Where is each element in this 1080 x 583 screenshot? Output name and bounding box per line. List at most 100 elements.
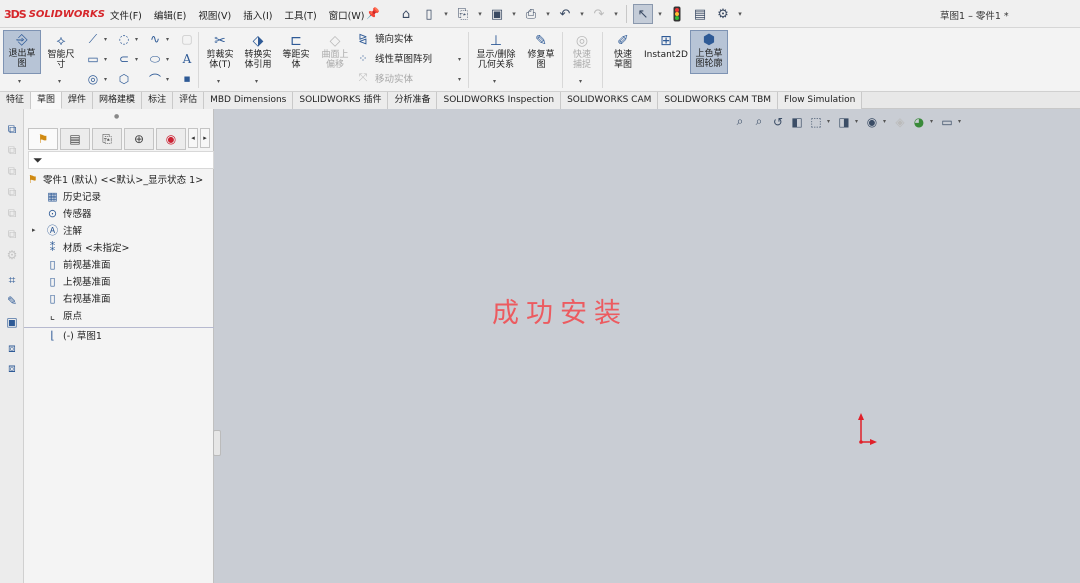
chevron-down-icon[interactable]: ▾ <box>255 78 258 85</box>
rectangle-icon[interactable]: ▭ <box>84 51 102 67</box>
circle-icon[interactable]: ◌ <box>115 31 133 47</box>
tab-mbd-dimensions[interactable]: MBD Dimensions <box>204 92 294 109</box>
chevron-down-icon[interactable]: ▾ <box>612 10 620 18</box>
property-manager-icon[interactable]: ▤ <box>60 128 90 150</box>
toolbar-icon-disabled[interactable]: ⧉ <box>4 226 20 242</box>
tree-item-front-plane[interactable]: ▯ 前视基准面 <box>46 256 110 272</box>
spline-icon[interactable]: ∿ <box>146 31 164 47</box>
layers-icon[interactable]: ⧈ <box>4 360 20 376</box>
surface-offset-button[interactable]: ◇ 曲面上偏移 <box>316 32 354 70</box>
chevron-down-icon[interactable]: ▾ <box>578 10 586 18</box>
edit-sketch-icon[interactable]: ✎ <box>4 293 20 309</box>
chevron-down-icon[interactable]: ▾ <box>104 56 107 63</box>
chevron-down-icon[interactable]: ▾ <box>855 118 861 125</box>
toolbar-icon-disabled[interactable]: ⧉ <box>4 142 20 158</box>
save-icon[interactable]: ▣ <box>487 4 507 24</box>
tree-item-origin[interactable]: ⌞ 原点 <box>46 307 82 323</box>
chevron-down-icon[interactable]: ▾ <box>442 10 450 18</box>
offset-entities-button[interactable]: ⊏ 等距实体 <box>278 32 314 70</box>
chevron-down-icon[interactable]: ▾ <box>883 118 889 125</box>
chevron-down-icon[interactable]: ▾ <box>166 76 169 83</box>
tab-weldments[interactable]: 焊件 <box>62 92 94 109</box>
layers-icon[interactable]: ⧈ <box>4 340 20 356</box>
polygon-icon[interactable]: ⬡ <box>115 71 133 87</box>
chevron-down-icon[interactable]: ▾ <box>135 36 138 43</box>
toolbar-icon-disabled[interactable]: ⧉ <box>4 163 20 179</box>
slot-icon[interactable]: ⊂ <box>115 51 133 67</box>
tree-filter[interactable]: ⏷ <box>28 151 214 169</box>
copy-entities-icon[interactable]: ⧉ <box>4 121 20 137</box>
file-properties-icon[interactable]: ▤ <box>690 4 710 24</box>
menu-insert[interactable]: 插入(I) <box>243 8 272 22</box>
options-gear-icon[interactable]: ⚙ <box>713 4 733 24</box>
chevron-down-icon[interactable]: ▾ <box>458 56 461 63</box>
chevron-down-icon[interactable]: ▾ <box>493 78 496 85</box>
tab-sketch[interactable]: 草图 <box>31 92 63 109</box>
hide-show-items-icon[interactable]: ◉ <box>864 115 880 129</box>
menu-tools[interactable]: 工具(T) <box>284 8 316 22</box>
tab-markup[interactable]: 标注 <box>142 92 174 109</box>
zoom-to-area-icon[interactable]: ⌕ <box>751 114 767 129</box>
display-manager-icon[interactable]: ◉ <box>156 128 186 150</box>
new-document-icon[interactable]: ▯ <box>419 4 439 24</box>
tab-evaluate[interactable]: 评估 <box>173 92 205 109</box>
tree-item-annotations[interactable]: ▸ Ⓐ 注解 <box>32 222 82 238</box>
line-icon[interactable]: ⟋ <box>84 31 102 47</box>
chevron-down-icon[interactable]: ▾ <box>958 118 964 125</box>
select-pointer-icon[interactable]: ↖ <box>633 4 653 24</box>
chevron-down-icon[interactable]: ▾ <box>458 76 461 83</box>
redo-icon[interactable]: ↷ <box>589 4 609 24</box>
tree-item-right-plane[interactable]: ▯ 右视基准面 <box>46 290 110 306</box>
chevron-down-icon[interactable]: ▾ <box>736 10 744 18</box>
tab-features[interactable]: 特征 <box>0 92 32 109</box>
view-settings-icon[interactable]: ▭ <box>939 115 955 129</box>
feature-manager-tree-icon[interactable]: ⚑ <box>28 128 58 150</box>
tree-item-top-plane[interactable]: ▯ 上视基准面 <box>46 273 110 289</box>
toolbar-icon-disabled[interactable]: ⧉ <box>4 205 20 221</box>
ellipse-icon[interactable]: ⬭ <box>146 51 164 67</box>
solidworks-logo[interactable]: 3DS SOLIDWORKS <box>4 7 105 21</box>
chevron-down-icon[interactable]: ▾ <box>930 118 936 125</box>
chevron-down-icon[interactable]: ▾ <box>544 10 552 18</box>
print-icon[interactable]: ⎙ <box>521 4 541 24</box>
view-orientation-icon[interactable]: ⬚ <box>808 115 824 129</box>
smart-dimension-button[interactable]: ⟡ 智能尺寸 <box>44 32 78 70</box>
pin-icon[interactable]: 📌 <box>366 7 380 20</box>
chevron-down-icon[interactable]: ▾ <box>217 78 220 85</box>
quick-snaps-button[interactable]: ◎ 快速捕捉 <box>564 32 600 70</box>
tab-analysis-preparation[interactable]: 分析准备 <box>388 92 438 109</box>
chevron-down-icon[interactable]: ▾ <box>104 36 107 43</box>
linear-pattern-button[interactable]: ⁘ 线性草图阵列 <box>356 51 432 66</box>
open-icon[interactable]: ⎘ <box>453 4 473 24</box>
convert-entities-button[interactable]: ⬗ 转换实体引用 <box>240 32 276 70</box>
tab-mesh-modeling[interactable]: 网格建模 <box>93 92 143 109</box>
display-icon[interactable]: ▣ <box>4 314 20 330</box>
panel-grip[interactable]: ● <box>114 113 119 120</box>
rapid-sketch-button[interactable]: ✐ 快速草图 <box>604 32 642 70</box>
tree-item-history[interactable]: ▦ 历史记录 <box>46 188 101 204</box>
tab-solidworks-inspection[interactable]: SOLIDWORKS Inspection <box>437 92 562 109</box>
display-style-icon[interactable]: ◨ <box>836 115 852 129</box>
trim-entities-button[interactable]: ✂ 剪裁实体(T) <box>202 32 238 70</box>
chevron-down-icon[interactable]: ▾ <box>18 78 21 85</box>
sketch-fillet-icon[interactable]: ▢ <box>178 31 196 47</box>
text-icon[interactable]: A <box>178 51 196 67</box>
menu-file[interactable]: 文件(F) <box>110 8 142 22</box>
tab-flow-simulation[interactable]: Flow Simulation <box>778 92 863 109</box>
chevron-down-icon[interactable]: ▾ <box>135 56 138 63</box>
centerline-icon[interactable]: ◎ <box>84 71 102 87</box>
arc-icon[interactable]: ⌒ <box>146 71 164 87</box>
repair-sketch-button[interactable]: ✎ 修复草图 <box>522 32 560 70</box>
dimxpert-icon[interactable]: ⊕ <box>124 128 154 150</box>
panel-collapse-handle[interactable] <box>213 430 221 456</box>
expand-arrow-icon[interactable]: ▸ <box>32 226 36 234</box>
scroll-left-icon[interactable]: ◂ <box>188 128 198 148</box>
mirror-entities-button[interactable]: ⧎ 镜向实体 <box>356 31 413 46</box>
toolbar-icon-disabled[interactable]: ⚙ <box>4 247 20 263</box>
display-delete-relations-button[interactable]: ⊥ 显示/删除几何关系 <box>472 32 520 70</box>
tree-item-sensors[interactable]: ⊙ 传感器 <box>46 205 92 221</box>
chevron-down-icon[interactable]: ▾ <box>656 10 664 18</box>
chevron-down-icon[interactable]: ▾ <box>510 10 518 18</box>
shaded-sketch-contours-button[interactable]: ⬢ 上色草图轮廓 <box>690 30 728 74</box>
instant2d-button[interactable]: ⊞ Instant2D <box>644 32 688 60</box>
